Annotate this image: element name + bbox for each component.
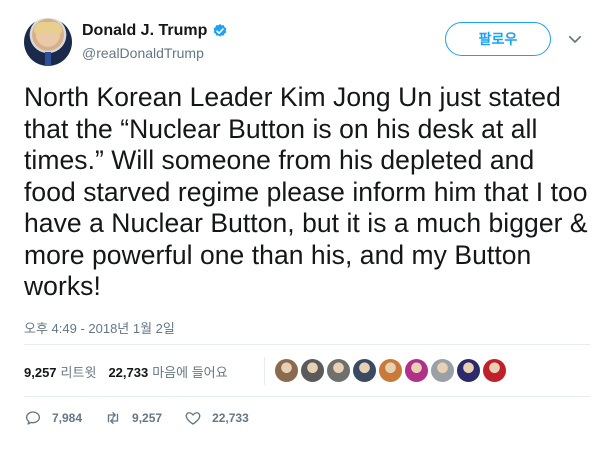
tweet-header: Donald J. Trump @realDonaldTrump 팔로우 <box>24 18 590 70</box>
author-name-row[interactable]: Donald J. Trump <box>82 22 228 40</box>
retweet-icon <box>107 412 119 424</box>
liker-avatars <box>274 358 508 383</box>
stats-separator <box>264 357 265 385</box>
liker-avatar[interactable] <box>352 358 377 383</box>
liker-avatar[interactable] <box>378 358 403 383</box>
tweet-actions: 7,984 9,257 22,733 <box>24 406 271 430</box>
likes-label: 마음에 들어요 <box>152 364 228 380</box>
liker-avatar[interactable] <box>482 358 507 383</box>
like-count: 22,733 <box>212 411 249 425</box>
chevron-down-icon[interactable] <box>566 30 584 48</box>
likes-count: 22,733 <box>108 364 149 380</box>
tweet-text: North Korean Leader Kim Jong Un just sta… <box>24 82 588 301</box>
heart-icon <box>185 412 201 425</box>
reply-icon <box>25 411 41 425</box>
follow-button[interactable]: 팔로우 <box>445 22 551 56</box>
liker-avatar[interactable] <box>404 358 429 383</box>
liker-avatar[interactable] <box>326 358 351 383</box>
reply-count: 7,984 <box>52 411 83 425</box>
author-display-name[interactable]: Donald J. Trump <box>82 22 207 40</box>
retweet-count: 9,257 <box>132 411 163 425</box>
tweet-stats: 9,257 리트윗 22,733 마음에 들어요 <box>24 352 590 390</box>
divider <box>24 344 590 345</box>
author-block: Donald J. Trump @realDonaldTrump <box>82 22 228 61</box>
retweet-button[interactable]: 9,257 <box>104 409 162 427</box>
divider <box>24 396 590 397</box>
tweet-timestamp[interactable]: 오후 4:49 - 2018년 1월 2일 <box>24 318 175 337</box>
retweet-stat[interactable]: 9,257 리트윗 <box>24 362 96 381</box>
avatar-hair <box>34 22 62 34</box>
avatar[interactable] <box>24 18 72 66</box>
avatar-tie <box>45 52 51 66</box>
retweets-label: 리트윗 <box>60 364 97 380</box>
verified-badge-icon <box>214 24 227 37</box>
liker-avatar[interactable] <box>430 358 455 383</box>
liker-avatar[interactable] <box>456 358 481 383</box>
liker-avatar[interactable] <box>300 358 325 383</box>
like-button[interactable]: 22,733 <box>184 409 249 427</box>
author-handle[interactable]: @realDonaldTrump <box>82 45 228 61</box>
liker-avatar[interactable] <box>274 358 299 383</box>
reply-button[interactable]: 7,984 <box>24 409 82 427</box>
like-stat[interactable]: 22,733 마음에 들어요 <box>108 362 227 381</box>
retweets-count: 9,257 <box>24 364 57 380</box>
